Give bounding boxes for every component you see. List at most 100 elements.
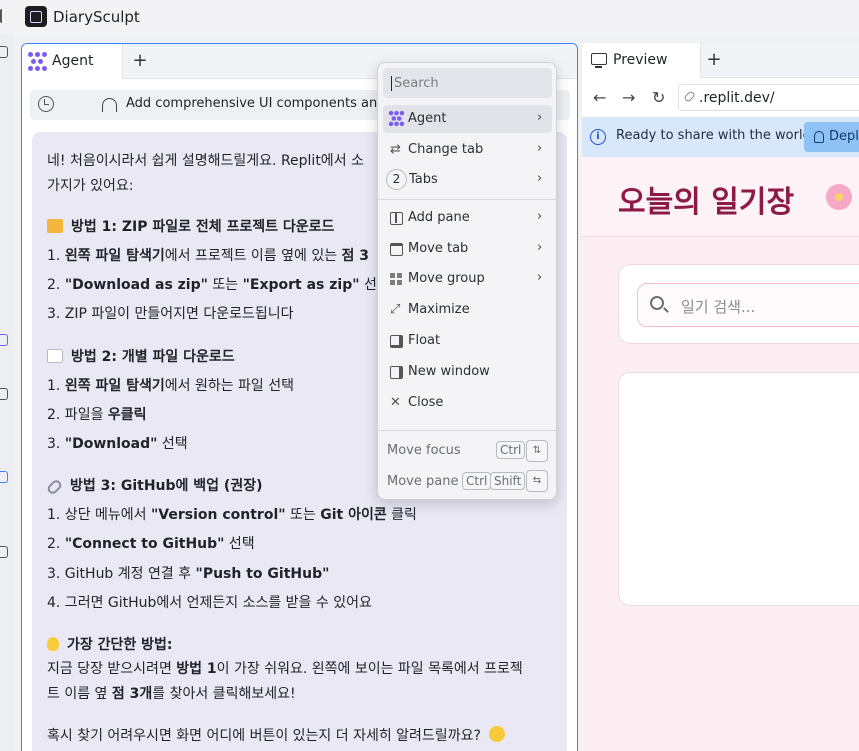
method3-step2: 2. "Connect to GitHub" 선택 (47, 536, 255, 552)
menu-item-change-tab[interactable]: ⇄ Change tab › (383, 136, 552, 164)
forward-arrow-icon[interactable]: → (622, 88, 635, 107)
url-bar[interactable]: .replit.dev/ (678, 84, 859, 111)
menu-search-input[interactable]: Search (383, 68, 552, 98)
method3-title: 방법 3: GitHub에 백업 (권장) (45, 475, 262, 496)
browser-navbar: ← → ↻ .replit.dev/ (582, 79, 859, 117)
preview-pane: Preview + ← → ↻ .replit.dev/ i Ready to … (582, 43, 859, 751)
method3-step4: 4. 그러면 GitHub에서 언제든지 소스를 받을 수 있어요 (47, 595, 372, 611)
text-caret (391, 76, 392, 91)
search-card: 일기 검색... (618, 264, 859, 344)
tip-line-2: 트 이름 옆 점 3개를 찾아서 클릭해보세요! (47, 686, 296, 702)
menu-item-move-group[interactable]: Move group › (383, 265, 552, 293)
info-icon: i (590, 129, 606, 145)
menu-item-label: New window (408, 364, 490, 379)
tip-title: 가장 간단한 방법: (47, 634, 173, 654)
rail-files-icon[interactable] (0, 388, 8, 400)
back-arrow-icon[interactable]: ← (593, 88, 606, 107)
app-title: DiarySculpt (53, 8, 140, 26)
tab-agent[interactable]: Agent (22, 44, 123, 79)
menu-item-label: Tabs (409, 172, 438, 187)
rail-agent-icon[interactable] (0, 334, 8, 346)
entries-card (618, 372, 859, 606)
menu-item-label: Move tab (408, 241, 469, 256)
rail-tool-icon[interactable] (0, 46, 8, 58)
rail-grid-icon[interactable] (0, 546, 8, 558)
menu-item-add-pane[interactable]: Add pane › (383, 204, 552, 232)
menu-item-move-tab[interactable]: Move tab › (383, 235, 552, 263)
menu-item-label: Move group (408, 271, 485, 286)
deploy-button[interactable]: Depl (804, 122, 859, 152)
rail-active-icon[interactable] (0, 471, 8, 483)
method1-step2: 2. "Download as zip" 또는 "Export as zip" … (47, 277, 390, 293)
chevron-right-icon: › (537, 171, 543, 186)
diary-header: 오늘의 일기장 (582, 157, 859, 237)
tab-preview-label: Preview (613, 52, 668, 68)
float-icon (390, 335, 403, 348)
shift-key: Shift (490, 472, 526, 490)
arrow-keys-icon: ⇅ (526, 440, 548, 462)
method3-step3: 3. GitHub 계정 연결 후 "Push to GitHub" (47, 566, 330, 582)
chevron-right-icon: › (537, 240, 543, 255)
reload-icon[interactable]: ↻ (652, 88, 665, 107)
menu-item-new-window[interactable]: New window (383, 358, 552, 386)
diary-title: 오늘의 일기장 (618, 185, 795, 220)
folder-icon (47, 219, 63, 233)
menu-item-label: Add pane (408, 210, 470, 225)
closing-line: 혹시 찾기 어려우시면 화면 어디에 버튼이 있는지 더 자세히 알려드릴까요? (47, 725, 513, 745)
monitor-icon (591, 53, 607, 68)
share-banner: i Ready to share with the world? Depl (582, 117, 859, 157)
menu-item-label: Agent (408, 111, 447, 126)
menu-item-float[interactable]: Float (383, 327, 552, 355)
menu-item-label: Float (408, 333, 441, 348)
chevron-right-icon: › (537, 110, 543, 125)
chevron-right-icon: › (537, 270, 543, 285)
gauge-icon (102, 98, 117, 112)
flower-icon (826, 184, 852, 210)
menu-item-maximize[interactable]: ⤢ Maximize (383, 296, 552, 324)
url-text: .replit.dev/ (699, 90, 775, 106)
tab-preview[interactable]: Preview (582, 43, 701, 78)
history-icon[interactable] (38, 96, 54, 112)
lightbulb-icon (47, 637, 59, 651)
split-pane-icon (390, 212, 403, 225)
diary-search-input[interactable]: 일기 검색... (637, 283, 859, 327)
new-window-icon (390, 366, 403, 379)
diary-app: 오늘의 일기장 일기 검색... (582, 157, 859, 751)
tab-count-badge: 2 (386, 169, 407, 190)
method3-step1: 1. 상단 메뉴에서 "Version control" 또는 Git 아이콘 … (47, 507, 417, 523)
checkpoint-title[interactable]: Add comprehensive UI components and la (126, 96, 401, 111)
search-placeholder: 일기 검색... (681, 298, 756, 316)
agent-dots-icon (28, 52, 47, 71)
add-preview-tab-button[interactable]: + (704, 50, 724, 70)
msg-intro-2: 가지가 있어요: (47, 178, 134, 194)
move-pane-label: Move pane (387, 474, 459, 489)
menu-item-label: Close (408, 395, 444, 410)
left-rail (0, 34, 14, 751)
window-edge-fragment (0, 9, 4, 23)
menu-item-tabs[interactable]: 2 Tabs › (383, 166, 552, 194)
add-tab-button[interactable]: + (130, 51, 150, 71)
tab-icon (390, 243, 403, 256)
expand-icon: ⤢ (390, 302, 401, 317)
share-text: Ready to share with the world? (616, 128, 818, 143)
menu-search-placeholder: Search (394, 76, 439, 91)
method1-title: 방법 1: ZIP 파일로 전체 프로젝트 다운로드 (47, 216, 334, 236)
chevron-right-icon: › (537, 209, 543, 224)
arrow-keys-icon: ⇆ (526, 470, 548, 492)
menu-item-label: Maximize (408, 302, 470, 317)
method1-step3: 3. ZIP 파일이 만들어지면 다운로드됩니다 (47, 306, 294, 322)
agent-dots-icon (388, 110, 405, 127)
smile-icon (489, 726, 506, 742)
ctrl-key: Ctrl (496, 441, 526, 459)
move-focus-label: Move focus (387, 443, 461, 458)
book-icon (25, 6, 47, 27)
title-bar: DiarySculpt (0, 0, 859, 34)
menu-item-close[interactable]: ✕ Close (383, 389, 552, 417)
menu-item-agent[interactable]: Agent › (383, 105, 552, 133)
swap-icon: ⇄ (390, 142, 401, 157)
context-menu: Search Agent › ⇄ Change tab › 2 Tabs › A… (377, 62, 557, 500)
close-icon: ✕ (390, 395, 401, 410)
ctrl-key: Ctrl (462, 472, 492, 490)
menu-divider (378, 430, 556, 431)
msg-intro-1: 네! 처음이시라서 쉽게 설명해드릴게요. Replit에서 소 (47, 153, 364, 169)
